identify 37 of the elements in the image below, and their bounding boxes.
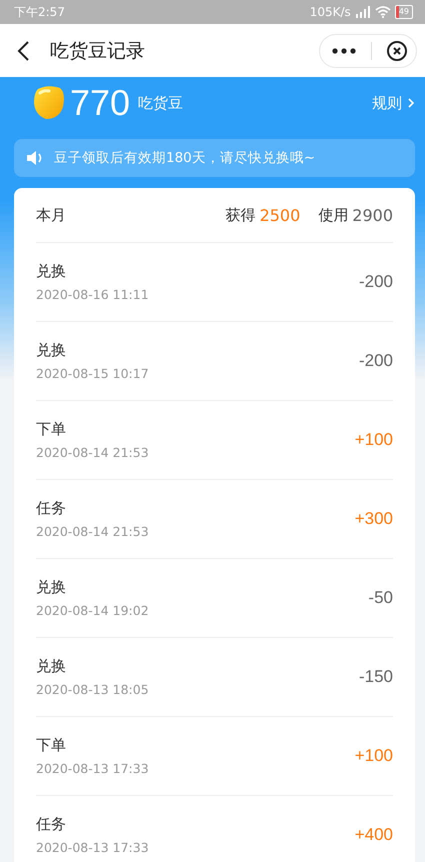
- record-time: 2020-08-14 21:53: [36, 524, 149, 539]
- balance-amount: 770: [70, 82, 130, 124]
- record-type: 兑换: [36, 657, 67, 676]
- record-time: 2020-08-13 18:05: [36, 682, 149, 697]
- record-amount: -200: [358, 351, 393, 371]
- earned-label: 获得: [226, 206, 256, 224]
- record-type: 下单: [36, 420, 67, 439]
- network-speed: 105K/s: [310, 5, 351, 19]
- record-time: 2020-08-14 21:53: [36, 445, 149, 460]
- record-type: 兑换: [36, 262, 67, 281]
- record-type: 兑换: [36, 578, 67, 597]
- record-amount: -200: [358, 272, 393, 292]
- record-amount: -50: [368, 588, 393, 608]
- used-label: 使用: [318, 206, 348, 224]
- record-amount: -150: [358, 667, 393, 687]
- month-label: 本月: [36, 206, 66, 224]
- record-time: 2020-08-15 10:17: [36, 366, 149, 381]
- page-title: 吃货豆记录: [50, 38, 146, 64]
- record-time: 2020-08-13 17:33: [36, 840, 149, 855]
- record-type: 任务: [36, 815, 67, 834]
- rules-link[interactable]: 规则: [372, 94, 415, 112]
- record-amount: +400: [354, 825, 393, 845]
- earned-total: 2500: [260, 206, 300, 224]
- record-time: 2020-08-13 17:33: [36, 761, 149, 776]
- balance-unit: 吃货豆: [138, 94, 184, 112]
- record-type: 兑换: [36, 341, 67, 360]
- record-type: 任务: [36, 499, 67, 518]
- used-total: 2900: [352, 206, 393, 224]
- record-amount: +100: [354, 746, 393, 766]
- record-amount: +100: [354, 430, 393, 450]
- record-time: 2020-08-14 19:02: [36, 603, 149, 618]
- battery-level: 49: [398, 6, 409, 18]
- status-time: 下午2:57: [14, 4, 65, 20]
- notice-text: 豆子领取后有效期180天，请尽快兑换哦~: [54, 149, 316, 167]
- record-type: 下单: [36, 736, 67, 755]
- record-amount: +300: [354, 509, 393, 529]
- record-time: 2020-08-16 11:11: [36, 287, 149, 302]
